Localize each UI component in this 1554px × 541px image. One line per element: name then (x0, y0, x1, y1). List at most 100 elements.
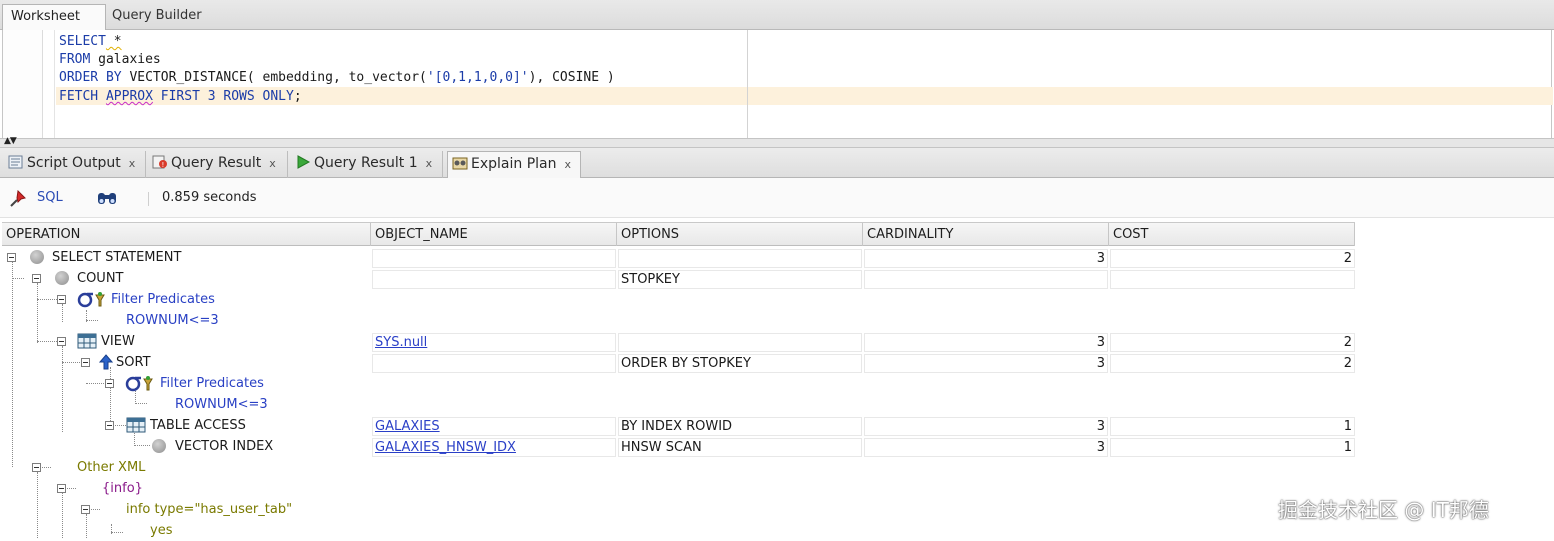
code-line-4: FETCH APPROX FIRST 3 ROWS ONLY; (59, 89, 302, 104)
object-name-cell[interactable] (372, 354, 616, 373)
col-header-cardinality[interactable]: CARDINALITY (863, 223, 1109, 246)
options-cell[interactable]: HNSW SCAN (618, 438, 862, 457)
operation-label: SELECT STATEMENT (52, 250, 182, 265)
code-line-2: FROM galaxies (59, 52, 161, 67)
table-row[interactable]: Filter Predicates (0, 289, 1554, 310)
collapse-toggle-icon[interactable] (57, 295, 66, 304)
collapse-toggle-icon[interactable] (32, 274, 41, 283)
object-name-link[interactable]: GALAXIES (375, 419, 440, 434)
options-cell[interactable]: STOPKEY (618, 270, 862, 289)
table-row[interactable]: Filter Predicates (0, 373, 1554, 394)
cardinality-cell[interactable]: 3 (864, 333, 1108, 352)
table-row[interactable]: SELECT STATEMENT 3 2 (0, 247, 1554, 268)
tab-worksheet[interactable]: Worksheet (2, 4, 106, 30)
close-icon[interactable]: x (269, 157, 276, 170)
cardinality-cell[interactable]: 3 (864, 249, 1108, 268)
result-tab-bar: Script Output x ! Query Result x Query Res… (0, 148, 1554, 178)
explain-toolbar: SQL 0.859 seconds (0, 178, 1554, 218)
tab-query-result[interactable]: ! Query Result x (148, 151, 288, 178)
collapse-toggle-icon[interactable] (7, 253, 16, 262)
cost-cell[interactable]: 2 (1110, 354, 1355, 373)
table-row[interactable]: ROWNUM<=3 (0, 394, 1554, 415)
object-name-cell[interactable]: GALAXIES_HNSW_IDX (372, 438, 616, 457)
sql-button[interactable]: SQL (37, 190, 63, 205)
close-icon[interactable]: x (426, 157, 433, 170)
collapse-arrows-icon[interactable]: ▲▼ (4, 136, 17, 146)
run-icon (295, 153, 311, 169)
table-row[interactable]: TABLE ACCESS GALAXIES BY INDEX ROWID 3 1 (0, 415, 1554, 436)
close-icon[interactable]: x (129, 157, 136, 170)
cost-cell[interactable]: 1 (1110, 438, 1355, 457)
options-cell[interactable] (618, 249, 862, 268)
object-name-cell[interactable] (372, 249, 616, 268)
watermark: 掘金技术社区 @ IT邦德 (1278, 498, 1489, 522)
col-header-options[interactable]: OPTIONS (617, 223, 863, 246)
table-row[interactable]: SORT ORDER BY STOPKEY 3 2 (0, 352, 1554, 373)
collapse-toggle-icon[interactable] (105, 421, 114, 430)
code-line-3: ORDER BY VECTOR_DISTANCE( embedding, to_… (59, 70, 615, 85)
object-name-link[interactable]: SYS.null (375, 335, 427, 350)
collapse-toggle-icon[interactable] (81, 505, 90, 514)
operation-label: Filter Predicates (160, 376, 264, 391)
right-margin-line (747, 30, 748, 138)
cost-cell[interactable]: 1 (1110, 417, 1355, 436)
table-row[interactable]: VECTOR INDEX GALAXIES_HNSW_IDX HNSW SCAN… (0, 436, 1554, 457)
collapse-toggle-icon[interactable] (81, 358, 90, 367)
collapse-toggle-icon[interactable] (57, 337, 66, 346)
xml-node-label: info type="has_user_tab" (126, 502, 293, 517)
cardinality-cell[interactable]: 3 (864, 417, 1108, 436)
editor-gutter (3, 30, 43, 138)
table-access-icon (126, 417, 146, 433)
predicate-text: ROWNUM<=3 (126, 313, 219, 328)
close-icon[interactable]: x (564, 158, 571, 171)
col-header-operation[interactable]: OPERATION (2, 223, 371, 246)
predicate-text: ROWNUM<=3 (175, 397, 268, 412)
table-row[interactable]: VIEW SYS.null 3 2 (0, 331, 1554, 352)
options-cell[interactable]: ORDER BY STOPKEY (618, 354, 862, 373)
sql-editor[interactable]: SELECT * FROM galaxies ORDER BY VECTOR_D… (2, 30, 1553, 138)
col-header-object-name[interactable]: OBJECT_NAME (371, 223, 617, 246)
operation-label: VIEW (101, 334, 135, 349)
binoculars-icon[interactable] (96, 189, 118, 207)
object-name-cell[interactable]: SYS.null (372, 333, 616, 352)
pin-icon[interactable] (9, 190, 27, 208)
col-header-cost[interactable]: COST (1109, 223, 1355, 246)
script-icon (8, 153, 24, 169)
filter-predicates-icon (77, 292, 105, 308)
options-cell[interactable]: BY INDEX ROWID (618, 417, 862, 436)
collapse-toggle-icon[interactable] (32, 463, 41, 472)
object-name-link[interactable]: GALAXIES_HNSW_IDX (375, 440, 516, 455)
operation-node-icon (55, 271, 69, 285)
svg-text:!: ! (162, 161, 165, 169)
table-row[interactable]: Other XML (0, 457, 1554, 478)
cardinality-cell[interactable]: 3 (864, 354, 1108, 373)
collapse-toggle-icon[interactable] (105, 379, 114, 388)
code-line-1: SELECT * (59, 34, 122, 49)
cardinality-cell[interactable] (864, 270, 1108, 289)
operation-label: Filter Predicates (111, 292, 215, 307)
table-row[interactable]: ROWNUM<=3 (0, 310, 1554, 331)
xml-node-label: {info} (102, 481, 143, 496)
collapse-toggle-icon[interactable] (57, 484, 66, 493)
xml-node-label: Other XML (77, 460, 146, 475)
operation-node-icon (152, 439, 166, 453)
tab-query-result-1[interactable]: Query Result 1x (291, 151, 443, 178)
tab-query-builder[interactable]: Query Builder (104, 4, 210, 30)
tab-script-output[interactable]: Script Output x (4, 151, 146, 178)
editor-fold-gutter (43, 30, 55, 138)
options-cell[interactable] (618, 333, 862, 352)
object-name-cell[interactable]: GALAXIES (372, 417, 616, 436)
table-row[interactable]: COUNT STOPKEY (0, 268, 1554, 289)
editor-tab-bar: Worksheet Query Builder (0, 0, 1554, 30)
cardinality-cell[interactable]: 3 (864, 438, 1108, 457)
cost-cell[interactable]: 2 (1110, 249, 1355, 268)
pane-splitter[interactable]: ▲▼ (0, 136, 1554, 148)
explain-plan-icon (452, 154, 468, 170)
sort-arrow-icon (99, 354, 113, 370)
operation-node-icon (30, 250, 44, 264)
cost-cell[interactable] (1110, 270, 1355, 289)
tab-explain-plan[interactable]: Explain Plan x (447, 151, 581, 178)
cost-cell[interactable]: 2 (1110, 333, 1355, 352)
object-name-cell[interactable] (372, 270, 616, 289)
query-result-icon: ! (152, 153, 168, 169)
